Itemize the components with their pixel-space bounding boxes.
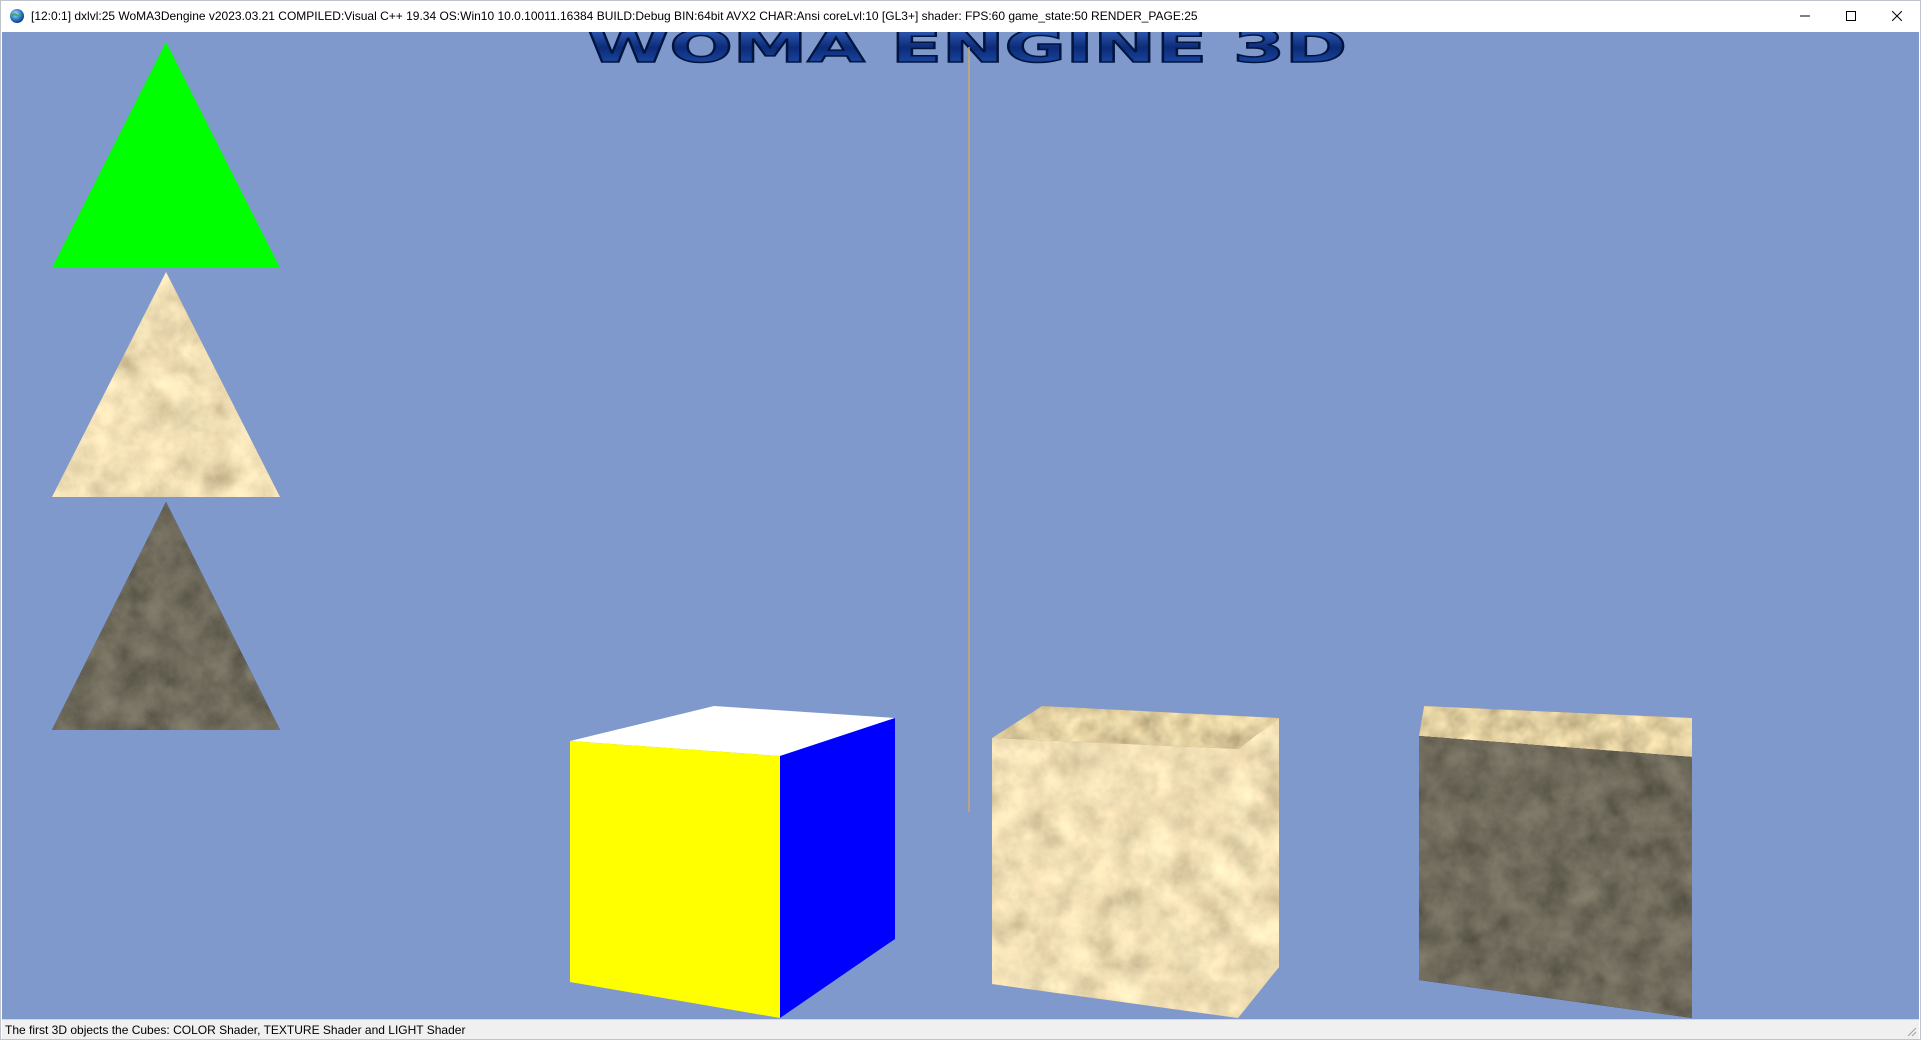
- window-title: [12:0:1] dxlvl:25 WoMA3Dengine v2023.03.…: [31, 9, 1198, 23]
- close-icon: [1892, 11, 1902, 21]
- status-bar: The first 3D objects the Cubes: COLOR Sh…: [2, 1019, 1919, 1039]
- globe-icon: [10, 9, 24, 23]
- maximize-icon: [1846, 11, 1856, 21]
- close-button[interactable]: [1874, 1, 1920, 31]
- status-text: The first 3D objects the Cubes: COLOR Sh…: [5, 1022, 466, 1037]
- minimize-icon: [1800, 15, 1810, 17]
- cube-front-face: [570, 741, 780, 1018]
- engine-logo: WOMA ENGINE 3D: [587, 32, 1347, 73]
- render-viewport[interactable]: WOMA ENGINE 3D: [2, 32, 1919, 1019]
- light-shader-cube[interactable]: [1419, 706, 1692, 1018]
- resize-grip-icon[interactable]: [1905, 1025, 1917, 1037]
- color-shader-cube[interactable]: [570, 706, 895, 1018]
- window-controls: [1782, 1, 1920, 31]
- minimize-button[interactable]: [1782, 1, 1828, 31]
- texture-shader-cube[interactable]: [992, 706, 1279, 1018]
- app-window: [12:0:1] dxlvl:25 WoMA3Dengine v2023.03.…: [0, 0, 1921, 1040]
- title-bar[interactable]: [12:0:1] dxlvl:25 WoMA3Dengine v2023.03.…: [1, 1, 1920, 31]
- maximize-button[interactable]: [1828, 1, 1874, 31]
- scene-canvas[interactable]: WOMA ENGINE 3D: [2, 32, 1919, 1019]
